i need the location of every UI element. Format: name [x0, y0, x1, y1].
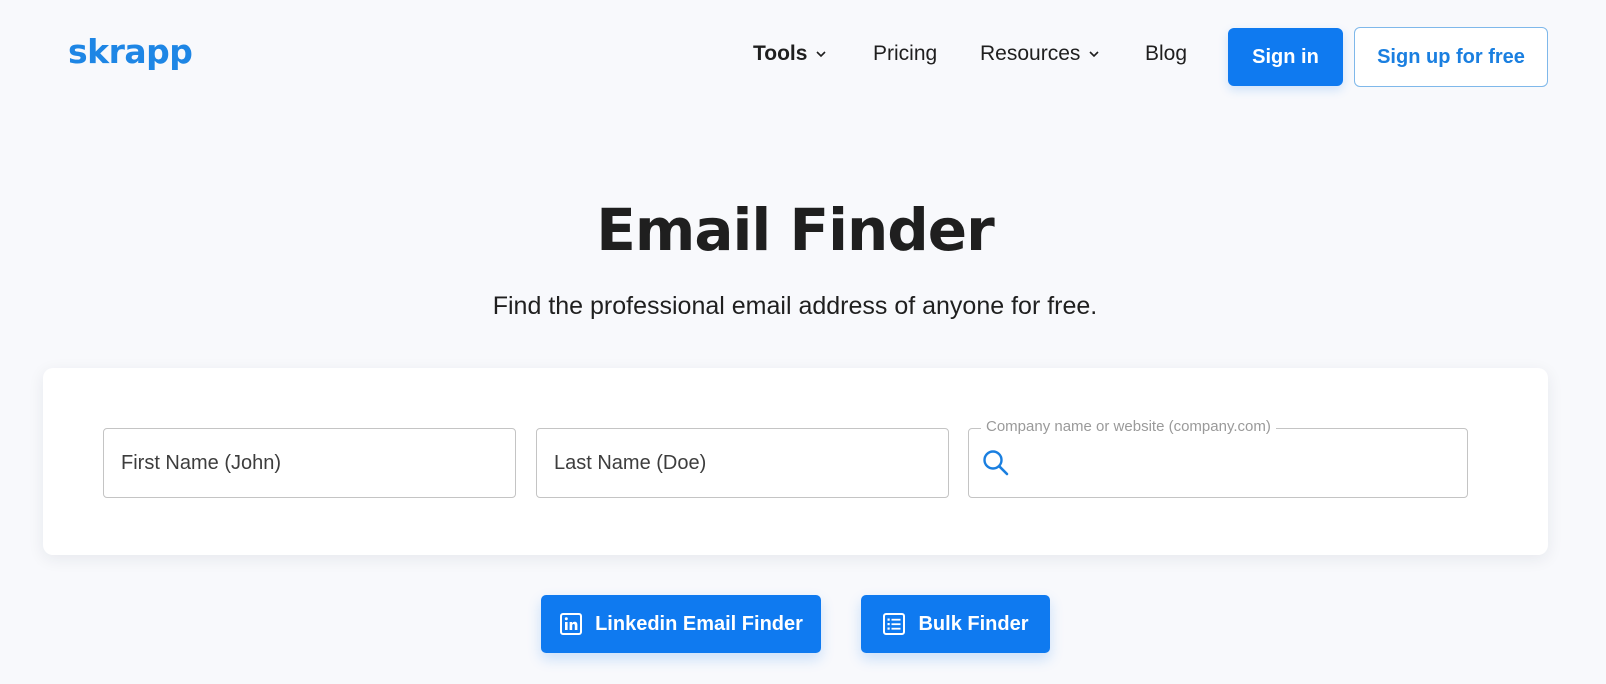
nav-item-label: Tools [753, 42, 808, 65]
nav-item-label: Blog [1145, 42, 1188, 65]
company-field-label: Company name or website (company.com) [981, 418, 1276, 435]
company-input[interactable] [1011, 429, 1467, 497]
list-icon [883, 613, 906, 635]
page-title: Email Finder [596, 196, 994, 264]
sign-in-button[interactable]: Sign in [1228, 28, 1343, 86]
chevron-down-icon [1089, 51, 1099, 58]
last-name-input[interactable] [537, 429, 948, 497]
first-name-field-wrapper [103, 428, 516, 498]
last-name-field-wrapper [536, 428, 949, 498]
company-field-wrapper: Company name or website (company.com) [968, 418, 1468, 498]
nav-item-label: Pricing [873, 42, 938, 65]
linkedin-email-finder-button[interactable]: Linkedin Email Finder [541, 595, 821, 653]
bulk-finder-label: Bulk Finder [918, 612, 1029, 635]
nav-item-pricing[interactable]: Pricing [873, 42, 937, 66]
search-card: Company name or website (company.com) [43, 368, 1548, 555]
sign-up-button[interactable]: Sign up for free [1354, 27, 1548, 87]
nav-item-label: Resources [980, 42, 1081, 65]
linkedin-email-finder-label: Linkedin Email Finder [595, 612, 803, 635]
first-name-input[interactable] [104, 429, 515, 497]
page-subtitle: Find the professional email address of a… [492, 292, 1098, 320]
bulk-finder-button[interactable]: Bulk Finder [861, 595, 1050, 653]
chevron-down-icon [816, 51, 827, 58]
search-icon [983, 450, 1009, 476]
nav-item-blog[interactable]: Blog [1145, 42, 1187, 66]
page: skrapp Tools Pricing Resources Blog Sign… [0, 0, 1606, 684]
logo[interactable]: skrapp [68, 32, 193, 71]
nav-item-tools[interactable]: Tools [753, 42, 827, 66]
nav-item-resources[interactable]: Resources [980, 42, 1100, 66]
linkedin-icon [560, 613, 583, 635]
